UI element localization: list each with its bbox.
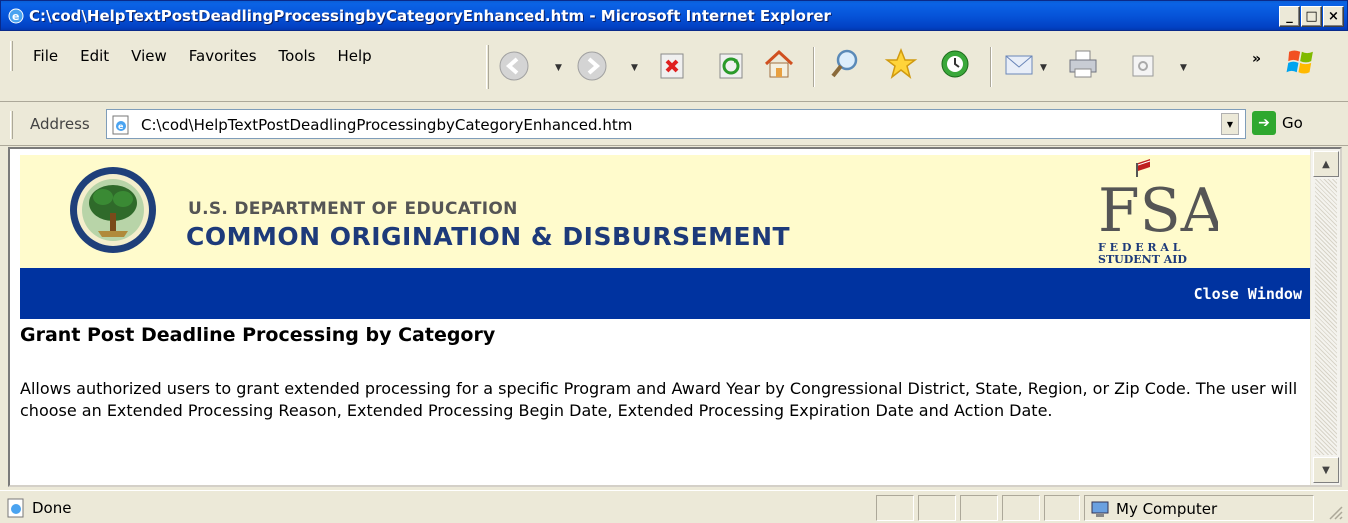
address-url[interactable]: C:\cod\HelpTextPostDeadlingProcessingbyC… (141, 116, 632, 134)
address-grip[interactable] (10, 111, 13, 139)
forward-icon[interactable] (575, 49, 609, 83)
search-icon[interactable] (828, 47, 862, 81)
svg-text:e: e (12, 10, 19, 23)
fsa-letters: FSA (1098, 176, 1218, 246)
scroll-track[interactable] (1315, 179, 1337, 455)
close-window-link[interactable]: Close Window (1194, 285, 1302, 303)
mail-dropdown-icon[interactable]: ▼ (1040, 63, 1047, 73)
go-button[interactable]: ➔ Go (1252, 111, 1303, 135)
menu-toolbar-row: File Edit View Favorites Tools Help ▼ ▼ … (0, 31, 1348, 102)
department-name: U.S. DEPARTMENT OF EDUCATION (188, 199, 518, 219)
menu-bar: File Edit View Favorites Tools Help (22, 41, 383, 71)
menu-file[interactable]: File (22, 41, 69, 71)
fsa-logo: FSA F E D E R A L STUDENT AID (1088, 159, 1225, 266)
edit-dropdown-icon[interactable]: ▼ (1180, 63, 1187, 73)
window-title: C:\cod\HelpTextPostDeadlingProcessingbyC… (29, 7, 831, 25)
status-cell (876, 495, 914, 521)
print-icon[interactable] (1066, 47, 1100, 81)
status-text: Done (32, 499, 72, 517)
menu-help[interactable]: Help (327, 41, 383, 71)
stop-icon[interactable] (655, 49, 689, 83)
system-name: COMMON ORIGINATION & DISBURSEMENT (186, 222, 791, 251)
security-zone: My Computer (1090, 499, 1217, 519)
menu-favorites[interactable]: Favorites (178, 41, 268, 71)
page-icon: e (112, 115, 129, 135)
toolbar-chevron[interactable]: » (1252, 51, 1261, 67)
menu-view[interactable]: View (120, 41, 178, 71)
nav-bar: Close Window (20, 268, 1310, 319)
go-arrow-icon: ➔ (1252, 111, 1276, 135)
back-dropdown-icon[interactable]: ▼ (555, 63, 562, 73)
status-cell (960, 495, 998, 521)
status-bar: Done My Computer (0, 490, 1348, 523)
menu-grip[interactable] (10, 41, 13, 71)
page-title: Grant Post Deadline Processing by Catego… (20, 324, 496, 346)
toolbar-grip[interactable] (486, 45, 489, 89)
status-cell (1002, 495, 1040, 521)
back-icon[interactable] (497, 49, 531, 83)
scroll-up-icon[interactable]: ▲ (1313, 151, 1339, 177)
refresh-icon[interactable] (714, 49, 748, 83)
scroll-down-icon[interactable]: ▼ (1313, 457, 1339, 483)
svg-text:e: e (118, 122, 124, 131)
maximize-button[interactable]: □ (1301, 6, 1322, 27)
address-field[interactable]: e C:\cod\HelpTextPostDeadlingProcessingb… (106, 109, 1246, 139)
zone-label: My Computer (1116, 500, 1218, 518)
forward-dropdown-icon[interactable]: ▼ (631, 63, 638, 73)
menu-edit[interactable]: Edit (69, 41, 120, 71)
header-banner: U.S. DEPARTMENT OF EDUCATION COMMON ORIG… (20, 155, 1310, 268)
computer-icon (1091, 501, 1109, 517)
department-seal-logo (70, 167, 156, 253)
page-viewport: U.S. DEPARTMENT OF EDUCATION COMMON ORIG… (8, 147, 1342, 487)
mail-icon[interactable] (1002, 47, 1036, 81)
ie-icon: e (8, 8, 24, 24)
favorites-star-icon[interactable] (884, 47, 918, 81)
minimize-button[interactable]: _ (1279, 6, 1300, 27)
status-cell (918, 495, 956, 521)
toolbar-separator (813, 47, 815, 87)
address-bar-row: Address e C:\cod\HelpTextPostDeadlingPro… (0, 103, 1348, 146)
address-label: Address (30, 115, 90, 133)
windows-logo-icon (1284, 45, 1318, 79)
page-description: Allows authorized users to grant extende… (20, 379, 1298, 420)
title-bar: e C:\cod\HelpTextPostDeadlingProcessingb… (0, 0, 1348, 31)
menu-tools[interactable]: Tools (268, 41, 327, 71)
fsa-student-aid: STUDENT AID (1098, 253, 1187, 265)
resize-grip-icon[interactable] (1326, 503, 1344, 521)
go-label: Go (1282, 114, 1303, 132)
vertical-scrollbar[interactable]: ▲ ▼ (1310, 149, 1340, 485)
page-done-icon (7, 498, 24, 518)
toolbar-separator (990, 47, 992, 87)
close-button[interactable]: × (1323, 6, 1344, 27)
edit-page-icon[interactable] (1126, 49, 1160, 83)
history-icon[interactable] (938, 47, 972, 81)
address-dropdown-icon[interactable]: ▼ (1221, 113, 1239, 135)
status-cell (1044, 495, 1080, 521)
home-icon[interactable] (762, 47, 796, 81)
